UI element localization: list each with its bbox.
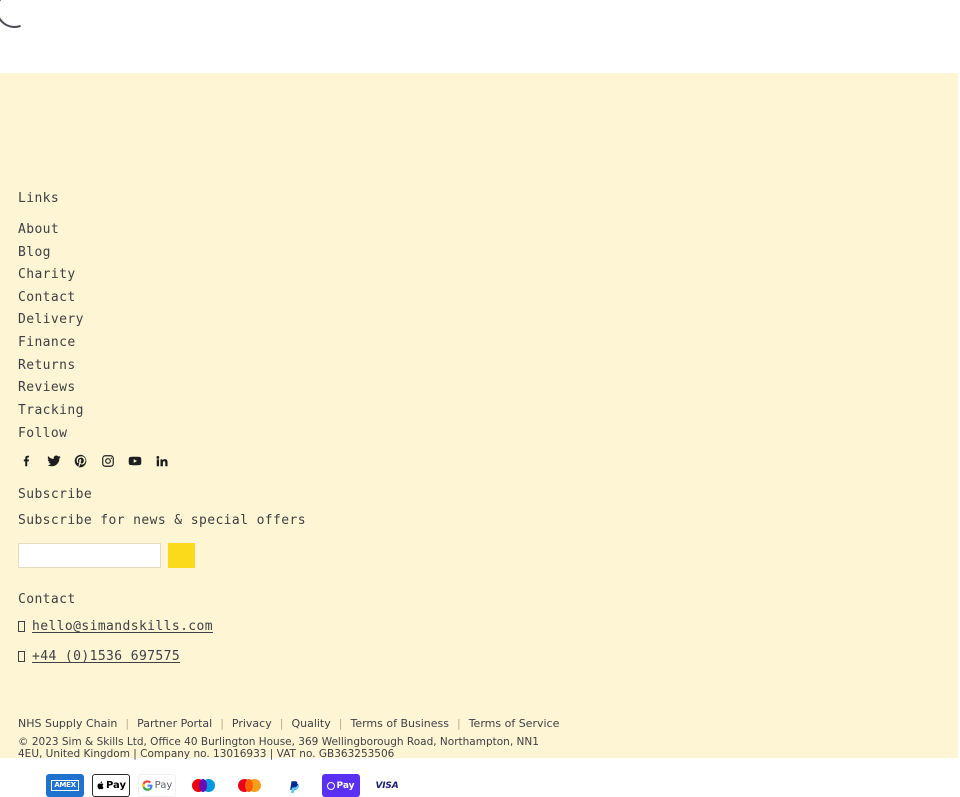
- list-item: Reviews: [18, 376, 84, 399]
- subscribe-email-input[interactable]: [18, 543, 161, 568]
- twitter-icon[interactable]: [47, 453, 61, 468]
- loading-spinner-icon: [0, 0, 40, 35]
- google-pay-label: Pay: [154, 780, 173, 791]
- follow-heading: Follow: [18, 426, 68, 441]
- links-heading: Links: [18, 191, 60, 206]
- google-g-icon: [141, 780, 153, 791]
- apple-pay-label: Pay: [105, 780, 127, 791]
- contact-heading: Contact: [18, 592, 76, 607]
- subscribe-description: Subscribe for news & special offers: [18, 513, 306, 528]
- policy-links-row: NHS Supply Chain | Partner Portal | Priv…: [18, 717, 559, 730]
- visa-label: VISA: [375, 780, 399, 791]
- policy-link-nhs-supply-chain[interactable]: NHS Supply Chain: [18, 717, 117, 730]
- site-footer: Links About Blog Charity Contact Deliver…: [0, 73, 958, 797]
- footer-link-finance[interactable]: Finance: [18, 332, 76, 355]
- visa-icon: VISA: [368, 774, 406, 797]
- list-item: Finance: [18, 331, 84, 354]
- shop-pay-icon: Pay: [322, 774, 360, 797]
- footer-link-returns[interactable]: Returns: [18, 355, 76, 378]
- footer-link-tracking[interactable]: Tracking: [18, 400, 84, 423]
- policy-link-partner-portal[interactable]: Partner Portal: [137, 717, 212, 730]
- subscribe-form: [18, 543, 195, 568]
- list-item: Blog: [18, 241, 84, 264]
- apple-pay-icon: Pay: [92, 774, 130, 797]
- mastercard-circles: [237, 779, 261, 792]
- policy-separator: |: [125, 717, 130, 730]
- paypal-logo-icon: [290, 781, 300, 793]
- policy-separator: |: [338, 717, 343, 730]
- phone-icon: [18, 651, 25, 662]
- list-item: Tracking: [18, 399, 84, 422]
- contact-email-row: hello@simandskills.com: [18, 619, 213, 634]
- list-item: Returns: [18, 354, 84, 377]
- policy-link-terms-of-business[interactable]: Terms of Business: [350, 717, 449, 730]
- linkedin-icon[interactable]: [155, 453, 169, 468]
- policy-separator: |: [456, 717, 461, 730]
- instagram-icon[interactable]: [101, 453, 115, 468]
- envelope-icon: [18, 621, 25, 632]
- pinterest-icon[interactable]: [74, 453, 88, 468]
- mastercard-icon: [230, 774, 268, 797]
- policy-separator: |: [279, 717, 284, 730]
- footer-link-delivery[interactable]: Delivery: [18, 309, 84, 332]
- page-loading-area: [0, 0, 960, 73]
- mastercard-circle-overlap: [245, 779, 253, 792]
- maestro-icon: [184, 774, 222, 797]
- policy-link-privacy[interactable]: Privacy: [232, 717, 272, 730]
- facebook-icon[interactable]: [20, 453, 34, 468]
- amex-label: AMEX: [51, 780, 79, 791]
- shop-pay-inner: Pay: [327, 780, 355, 791]
- google-pay-inner: Pay: [141, 780, 173, 791]
- social-links-row: [20, 453, 169, 468]
- apple-pay-inner: Pay: [96, 780, 126, 791]
- footer-link-reviews[interactable]: Reviews: [18, 377, 76, 400]
- list-item: Contact: [18, 286, 84, 309]
- list-item: Charity: [18, 263, 84, 286]
- footer-link-blog[interactable]: Blog: [18, 242, 51, 265]
- contact-phone-row: +44 (0)1536 697575: [18, 649, 180, 664]
- footer-links-list: About Blog Charity Contact Delivery Fina…: [18, 218, 84, 421]
- maestro-circles: [191, 779, 215, 792]
- payment-methods-row: AMEX Pay Pay Pay VISA: [46, 774, 406, 797]
- footer-link-about[interactable]: About: [18, 219, 59, 242]
- shop-pay-ring-icon: [327, 781, 336, 790]
- subscribe-submit-button[interactable]: [168, 543, 195, 568]
- list-item: About: [18, 218, 84, 241]
- subscribe-heading: Subscribe: [18, 487, 93, 502]
- youtube-icon[interactable]: [128, 453, 142, 468]
- amex-icon: AMEX: [46, 774, 84, 797]
- paypal-icon: [276, 774, 314, 797]
- google-pay-icon: Pay: [138, 774, 176, 797]
- policy-separator: |: [220, 717, 224, 730]
- contact-email-link[interactable]: hello@simandskills.com: [32, 619, 213, 634]
- footer-link-charity[interactable]: Charity: [18, 264, 76, 287]
- policy-link-quality[interactable]: Quality: [291, 717, 330, 730]
- footer-link-contact[interactable]: Contact: [18, 287, 76, 310]
- maestro-circle-overlap: [199, 779, 207, 792]
- apple-logo-icon: [97, 781, 104, 790]
- policy-link-terms-of-service[interactable]: Terms of Service: [469, 717, 560, 730]
- contact-phone-link[interactable]: +44 (0)1536 697575: [32, 649, 180, 664]
- copyright-text: © 2023 Sim & Skills Ltd, Office 40 Burli…: [18, 736, 539, 760]
- list-item: Delivery: [18, 308, 84, 331]
- shop-pay-label: Pay: [336, 780, 355, 791]
